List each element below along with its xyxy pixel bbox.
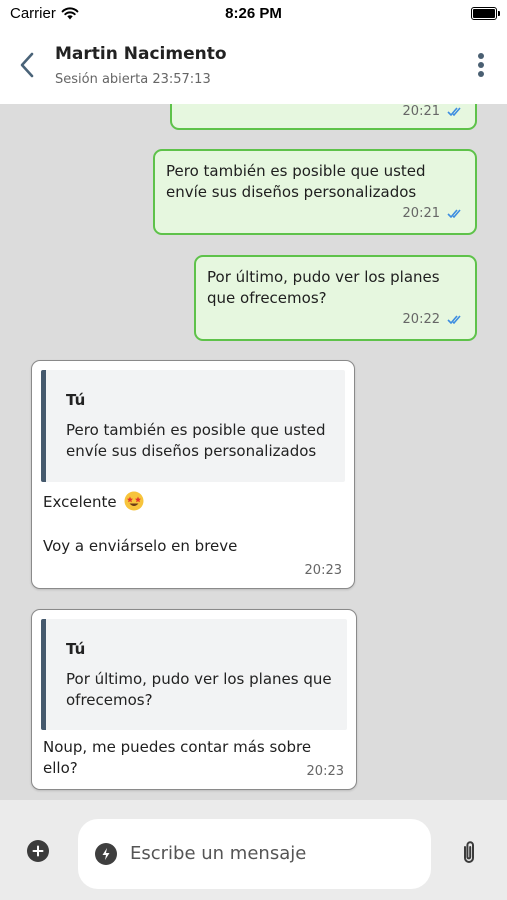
more-dot-icon [478, 71, 484, 77]
chat-header: Martin Nacimento Sesión abierta 23:57:13 [0, 28, 507, 104]
quoted-message[interactable]: Tú Pero también es posible que usted env… [41, 370, 345, 482]
message-time: 20:21 [402, 104, 440, 119]
double-check-icon [447, 209, 461, 219]
status-time: 8:26 PM [225, 5, 282, 22]
contact-name[interactable]: Martin Nacimento [55, 44, 227, 64]
more-dot-icon [478, 53, 484, 59]
quote-author: Tú [66, 640, 86, 658]
more-dot-icon [478, 62, 484, 68]
message-input[interactable]: Escribe un mensaje [78, 819, 431, 889]
message-meta: 20:23 [305, 560, 342, 581]
paperclip-icon [464, 841, 474, 863]
more-options-button[interactable] [473, 50, 489, 80]
attach-button[interactable] [456, 838, 482, 866]
message-input-placeholder: Escribe un mensaje [130, 843, 307, 864]
message-time: 20:23 [304, 563, 342, 578]
back-button[interactable] [14, 50, 40, 80]
double-check-icon [447, 107, 461, 117]
plus-icon [32, 845, 44, 857]
message-text-line: Excelente [43, 491, 344, 513]
quoted-message[interactable]: Tú Por último, pudo ver los planes que o… [41, 619, 347, 730]
message-text: Por último, pudo ver los planes que ofre… [207, 268, 440, 307]
add-button[interactable] [27, 840, 49, 862]
battery-icon [471, 7, 500, 20]
star-struck-emoji-icon [124, 491, 144, 511]
message-meta: 20:21 [403, 203, 463, 224]
quote-text: Pero también es posible que usted envíe … [66, 421, 326, 460]
message-bubble-incoming[interactable]: Tú Pero también es posible que usted env… [31, 360, 355, 589]
message-meta: 20:21 [403, 104, 463, 122]
message-meta: 20:22 [403, 309, 463, 330]
message-bubble-outgoing[interactable]: Pero también es posible que usted envíe … [153, 149, 477, 235]
message-composer: Escribe un mensaje [0, 800, 507, 900]
message-bubble-outgoing[interactable]: 20:21 [170, 104, 477, 130]
message-bubble-incoming[interactable]: Tú Por último, pudo ver los planes que o… [31, 609, 357, 790]
chevron-left-icon [20, 52, 34, 78]
session-status: Sesión abierta 23:57:13 [55, 72, 211, 87]
double-check-icon [447, 315, 461, 325]
message-text: Noup, me puedes contar más sobre ello? [43, 738, 312, 777]
lightning-icon[interactable] [95, 843, 117, 865]
message-bubble-outgoing[interactable]: Por último, pudo ver los planes que ofre… [194, 255, 477, 341]
message-text: Voy a enviárselo en breve [43, 537, 238, 555]
message-time: 20:22 [402, 312, 440, 327]
message-meta: 20:23 [307, 761, 344, 782]
status-bar: Carrier 8:26 PM [0, 0, 507, 28]
message-text: Excelente [43, 493, 117, 511]
chat-messages[interactable]: 20:21 Pero también es posible que usted … [0, 104, 507, 800]
quote-author: Tú [66, 391, 86, 409]
message-time: 20:21 [402, 206, 440, 221]
message-text: Pero también es posible que usted envíe … [166, 162, 426, 201]
message-time: 20:23 [306, 764, 344, 779]
quote-text: Por último, pudo ver los planes que ofre… [66, 670, 332, 709]
